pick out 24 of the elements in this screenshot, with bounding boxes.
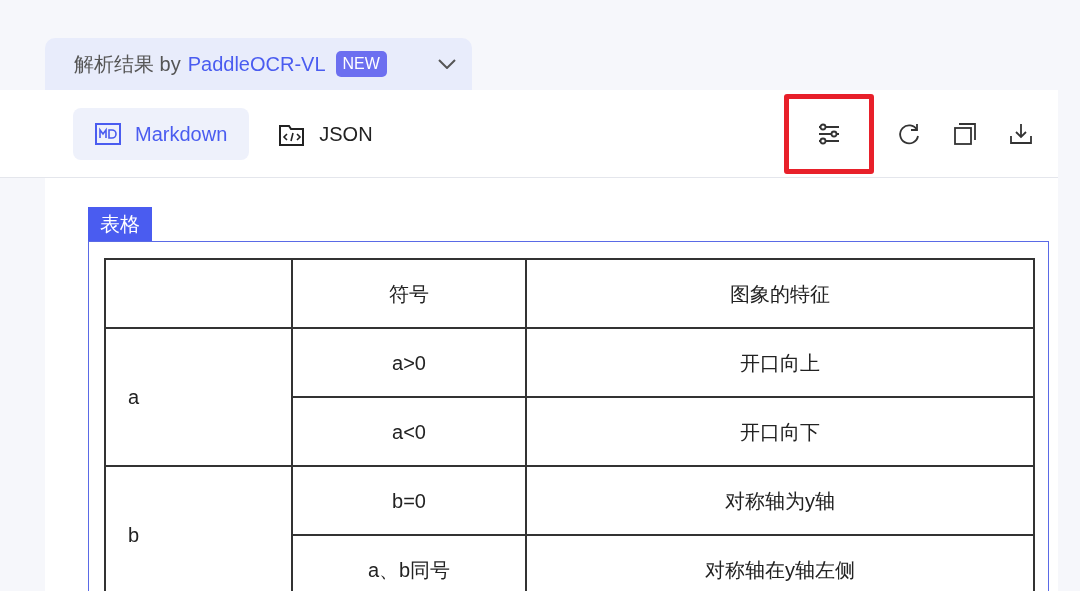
column-header: 图象的特征 <box>526 259 1034 328</box>
table-cell: b=0 <box>292 466 526 535</box>
table-cell: 对称轴为y轴 <box>526 466 1034 535</box>
panel-title: 解析结果 by <box>74 52 181 77</box>
panel-tab[interactable]: 解析结果 by PaddleOCR-VL NEW <box>45 38 472 90</box>
block-label: 表格 <box>88 207 152 241</box>
chevron-down-icon[interactable] <box>438 59 456 69</box>
table-cell: a <box>105 328 292 466</box>
sliders-icon <box>817 121 841 146</box>
view-tab[interactable]: JSON <box>265 107 387 160</box>
refresh-icon <box>897 121 921 146</box>
highlighted-settings-button[interactable] <box>784 93 874 174</box>
table-cell: 开口向下 <box>526 397 1034 466</box>
column-header: 符号 <box>292 259 526 328</box>
table-cell: b <box>105 466 292 591</box>
table-cell: a<0 <box>292 397 526 466</box>
md-file-icon <box>95 122 121 145</box>
copy-icon <box>953 121 977 146</box>
download-icon <box>1009 121 1033 146</box>
table-cell: 开口向上 <box>526 328 1034 397</box>
view-tab[interactable]: Markdown <box>73 107 250 160</box>
new-badge: NEW <box>335 51 387 77</box>
table-cell: a>0 <box>292 328 526 397</box>
model-name: PaddleOCR-VL <box>187 52 326 77</box>
